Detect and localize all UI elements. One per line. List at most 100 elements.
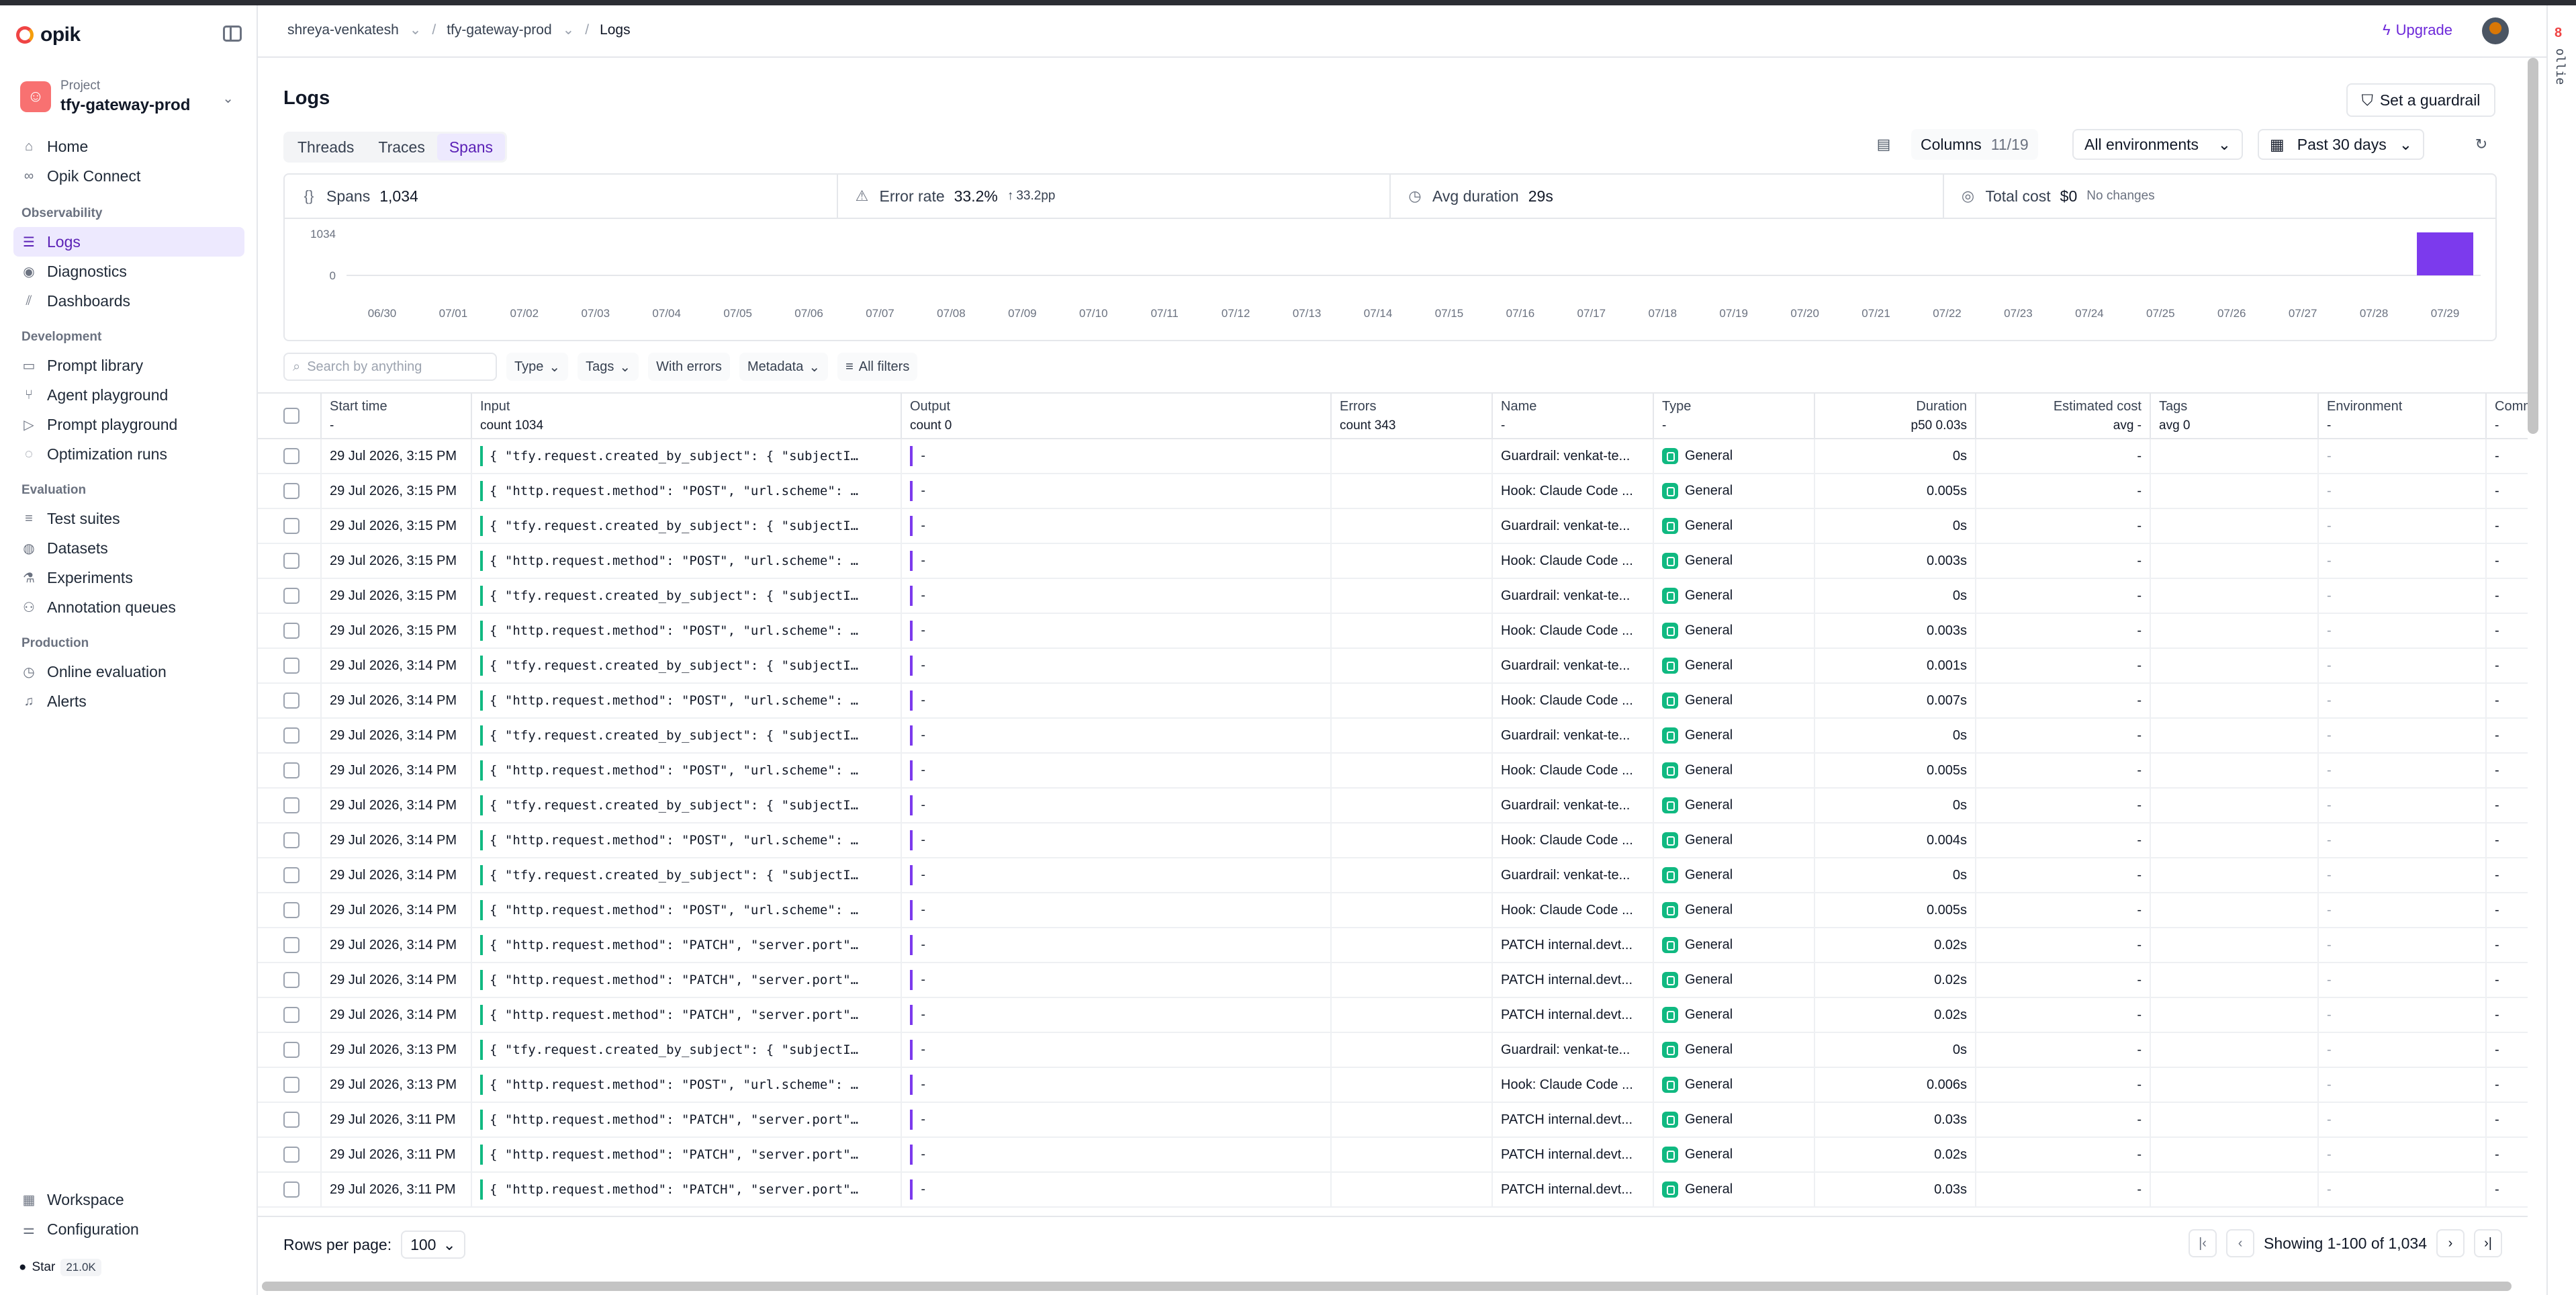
output-cell[interactable]: -	[901, 1172, 1332, 1208]
name-cell[interactable]: Hook: Claude Code ...	[1492, 753, 1654, 789]
row-checkbox[interactable]	[283, 553, 300, 569]
output-cell[interactable]: -	[901, 1102, 1332, 1138]
table-row[interactable]: 29 Jul 2026, 3:11 PM { "http.request.meth…	[258, 1137, 2528, 1173]
name-cell[interactable]: Hook: Claude Code ...	[1492, 1067, 1654, 1103]
input-cell[interactable]: { "tfy.request.created_by_subject": { "s…	[471, 718, 902, 754]
table-row[interactable]: 29 Jul 2026, 3:15 PM { "tfy.request.creat…	[258, 578, 2528, 614]
sidebar-item-workspace[interactable]: ▦ Workspace	[13, 1185, 244, 1214]
row-checkbox[interactable]	[283, 518, 300, 534]
output-cell[interactable]: -	[901, 578, 1332, 614]
table-layout-icon[interactable]: ▤	[1867, 129, 1900, 160]
input-cell[interactable]: { "http.request.method": "POST", "url.sc…	[471, 893, 902, 928]
name-cell[interactable]: PATCH internal.devt...	[1492, 1102, 1654, 1138]
table-row[interactable]: 29 Jul 2026, 3:14 PM { "http.request.meth…	[258, 928, 2528, 963]
filter-with-errors-button[interactable]: With errors	[648, 353, 730, 381]
table-row[interactable]: 29 Jul 2026, 3:15 PM { "tfy.request.creat…	[258, 439, 2528, 474]
tab-threads[interactable]: Threads	[285, 134, 366, 161]
table-row[interactable]: 29 Jul 2026, 3:14 PM { "http.request.meth…	[258, 683, 2528, 719]
table-row[interactable]: 29 Jul 2026, 3:14 PM { "tfy.request.creat…	[258, 648, 2528, 684]
output-cell[interactable]: -	[901, 613, 1332, 649]
output-cell[interactable]: -	[901, 474, 1332, 509]
next-page-icon[interactable]: ›	[2436, 1229, 2465, 1257]
column-header-output[interactable]: Output count 0	[901, 392, 1332, 439]
row-checkbox[interactable]	[283, 1147, 300, 1163]
input-cell[interactable]: { "tfy.request.created_by_subject": { "s…	[471, 439, 902, 474]
select-all-checkbox[interactable]	[283, 408, 300, 424]
row-checkbox[interactable]	[283, 1077, 300, 1093]
column-header-cost[interactable]: Estimated cost avg -	[1976, 392, 2151, 439]
first-page-icon[interactable]: |‹	[2189, 1229, 2217, 1257]
github-star-button[interactable]: ● Star 21.0K	[19, 1259, 101, 1276]
name-cell[interactable]: Hook: Claude Code ...	[1492, 474, 1654, 509]
input-cell[interactable]: { "tfy.request.created_by_subject": { "s…	[471, 1032, 902, 1068]
all-filters-button[interactable]: ≡ All filters	[837, 353, 918, 381]
horizontal-scrollbar[interactable]	[262, 1282, 2512, 1291]
user-avatar[interactable]	[2482, 17, 2509, 44]
sidebar-item-experiments[interactable]: ⚗ Experiments	[13, 563, 244, 592]
name-cell[interactable]: Hook: Claude Code ...	[1492, 893, 1654, 928]
name-cell[interactable]: PATCH internal.devt...	[1492, 963, 1654, 998]
name-cell[interactable]: PATCH internal.devt...	[1492, 1172, 1654, 1208]
row-checkbox[interactable]	[283, 693, 300, 709]
row-checkbox[interactable]	[283, 448, 300, 464]
input-cell[interactable]: { "tfy.request.created_by_subject": { "s…	[471, 578, 902, 614]
input-cell[interactable]: { "tfy.request.created_by_subject": { "s…	[471, 508, 902, 544]
column-header-comm[interactable]: Comm -	[2486, 392, 2528, 439]
table-row[interactable]: 29 Jul 2026, 3:15 PM { "http.request.meth…	[258, 543, 2528, 579]
vertical-scrollbar[interactable]	[2528, 58, 2538, 434]
table-row[interactable]: 29 Jul 2026, 3:11 PM { "http.request.meth…	[258, 1102, 2528, 1138]
prev-page-icon[interactable]: ‹	[2226, 1229, 2255, 1257]
sidebar-item-online-evaluation[interactable]: ◷ Online evaluation	[13, 657, 244, 686]
output-cell[interactable]: -	[901, 928, 1332, 963]
project-selector[interactable]: ☺ Project tfy-gateway-prod ⌄	[15, 70, 243, 124]
column-header-env[interactable]: Environment -	[2318, 392, 2487, 439]
name-cell[interactable]: Guardrail: venkat-te...	[1492, 718, 1654, 754]
environment-select[interactable]: All environments ⌄	[2072, 129, 2243, 160]
name-cell[interactable]: Hook: Claude Code ...	[1492, 683, 1654, 719]
output-cell[interactable]: -	[901, 683, 1332, 719]
output-cell[interactable]: -	[901, 963, 1332, 998]
column-header-errors[interactable]: Errors count 343	[1331, 392, 1493, 439]
input-cell[interactable]: { "http.request.method": "POST", "url.sc…	[471, 823, 902, 858]
last-page-icon[interactable]: ›|	[2474, 1229, 2502, 1257]
output-cell[interactable]: -	[901, 788, 1332, 823]
row-checkbox[interactable]	[283, 727, 300, 744]
column-header-input[interactable]: Input count 1034	[471, 392, 902, 439]
output-cell[interactable]: -	[901, 997, 1332, 1033]
table-row[interactable]: 29 Jul 2026, 3:14 PM { "http.request.meth…	[258, 823, 2528, 858]
input-cell[interactable]: { "tfy.request.created_by_subject": { "s…	[471, 858, 902, 893]
row-checkbox[interactable]	[283, 1181, 300, 1198]
table-row[interactable]: 29 Jul 2026, 3:11 PM { "http.request.meth…	[258, 1172, 2528, 1208]
app-logo[interactable]: opik	[16, 20, 81, 50]
name-cell[interactable]: Guardrail: venkat-te...	[1492, 1032, 1654, 1068]
row-checkbox[interactable]	[283, 1112, 300, 1128]
row-checkbox[interactable]	[283, 902, 300, 918]
table-row[interactable]: 29 Jul 2026, 3:14 PM { "http.request.meth…	[258, 963, 2528, 998]
row-checkbox[interactable]	[283, 588, 300, 604]
row-checkbox[interactable]	[283, 937, 300, 953]
filter-type-button[interactable]: Type ⌄	[506, 353, 569, 381]
table-row[interactable]: 29 Jul 2026, 3:15 PM { "http.request.meth…	[258, 613, 2528, 649]
row-checkbox[interactable]	[283, 1007, 300, 1023]
sidebar-item-prompt-library[interactable]: ▭ Prompt library	[13, 351, 244, 380]
input-cell[interactable]: { "http.request.method": "PATCH", "serve…	[471, 928, 902, 963]
name-cell[interactable]: Guardrail: venkat-te...	[1492, 439, 1654, 474]
input-cell[interactable]: { "http.request.method": "POST", "url.sc…	[471, 613, 902, 649]
input-cell[interactable]: { "http.request.method": "PATCH", "serve…	[471, 963, 902, 998]
output-cell[interactable]: -	[901, 718, 1332, 754]
name-cell[interactable]: Guardrail: venkat-te...	[1492, 508, 1654, 544]
output-cell[interactable]: -	[901, 543, 1332, 579]
sidebar-item-annotation-queues[interactable]: ⚇ Annotation queues	[13, 592, 244, 622]
row-checkbox[interactable]	[283, 797, 300, 813]
row-checkbox[interactable]	[283, 623, 300, 639]
sidebar-item-test-suites[interactable]: ≡ Test suites	[13, 504, 244, 533]
column-header-tags[interactable]: Tags avg 0	[2150, 392, 2319, 439]
column-header-duration[interactable]: Duration p50 0.03s	[1814, 392, 1976, 439]
input-cell[interactable]: { "http.request.method": "POST", "url.sc…	[471, 753, 902, 789]
input-cell[interactable]: { "http.request.method": "PATCH", "serve…	[471, 1137, 902, 1173]
search-input[interactable]: ⌕ Search by anything	[283, 353, 497, 381]
table-row[interactable]: 29 Jul 2026, 3:14 PM { "http.request.meth…	[258, 997, 2528, 1033]
column-header-name[interactable]: Name -	[1492, 392, 1654, 439]
name-cell[interactable]: Guardrail: venkat-te...	[1492, 858, 1654, 893]
tab-traces[interactable]: Traces	[366, 134, 436, 161]
